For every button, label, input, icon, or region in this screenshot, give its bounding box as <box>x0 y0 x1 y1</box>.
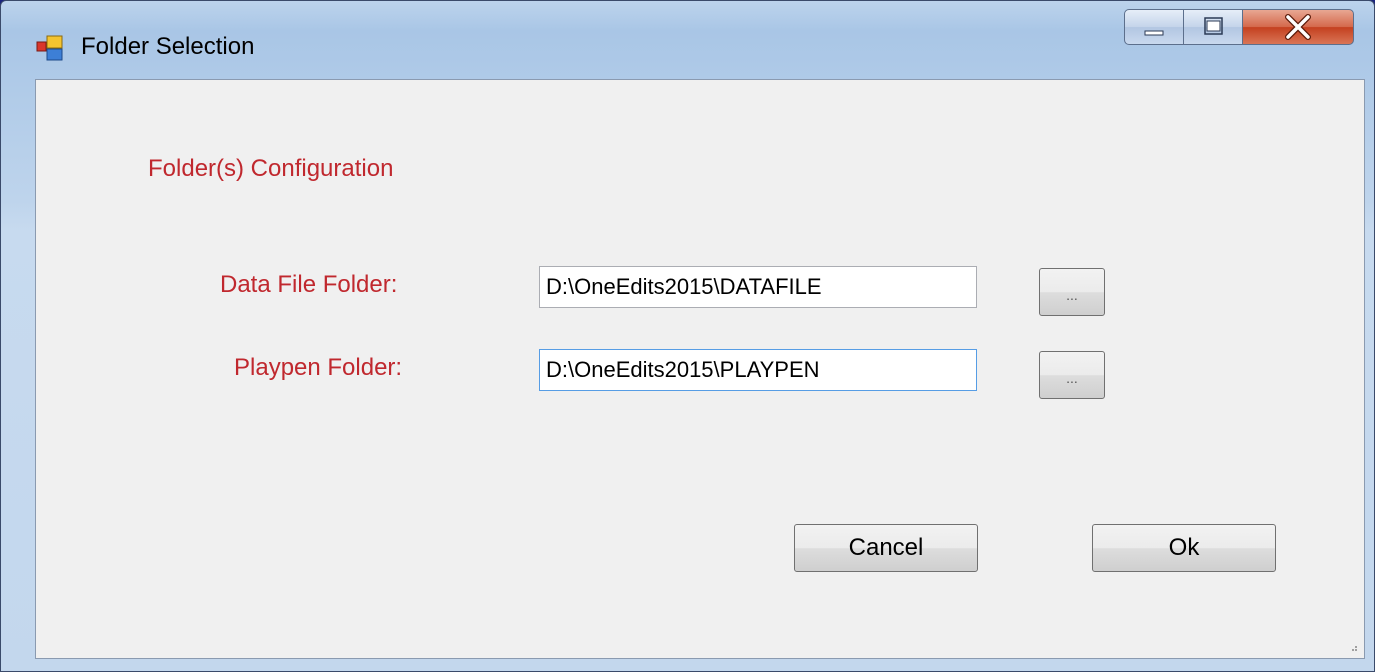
title-bar[interactable]: Folder Selection <box>1 1 1374 79</box>
maximize-button[interactable] <box>1183 9 1243 45</box>
data-file-folder-browse-button[interactable]: ... <box>1039 268 1105 316</box>
cancel-button[interactable]: Cancel <box>794 524 978 572</box>
ok-button[interactable]: Ok <box>1092 524 1276 572</box>
dialog-client-area: Folder(s) Configuration Data File Folder… <box>35 79 1365 659</box>
window-title: Folder Selection <box>81 33 255 60</box>
playpen-folder-browse-button[interactable]: ... <box>1039 351 1105 399</box>
caption-buttons <box>1124 9 1366 49</box>
section-heading: Folder(s) Configuration <box>148 155 394 182</box>
close-icon <box>1285 14 1311 40</box>
playpen-folder-input[interactable] <box>539 349 977 391</box>
data-file-folder-input[interactable] <box>539 266 977 308</box>
maximize-icon <box>1204 17 1223 35</box>
data-file-folder-label: Data File Folder: <box>220 271 398 298</box>
close-button[interactable] <box>1242 9 1354 45</box>
minimize-button[interactable] <box>1124 9 1184 45</box>
resize-grip-icon[interactable] <box>1348 642 1358 652</box>
minimize-icon <box>1144 30 1164 36</box>
folder-selection-window: Folder Selection Folder(s) Configuration… <box>0 0 1375 672</box>
playpen-folder-label: Playpen Folder: <box>234 354 403 381</box>
winforms-app-icon <box>36 35 63 61</box>
